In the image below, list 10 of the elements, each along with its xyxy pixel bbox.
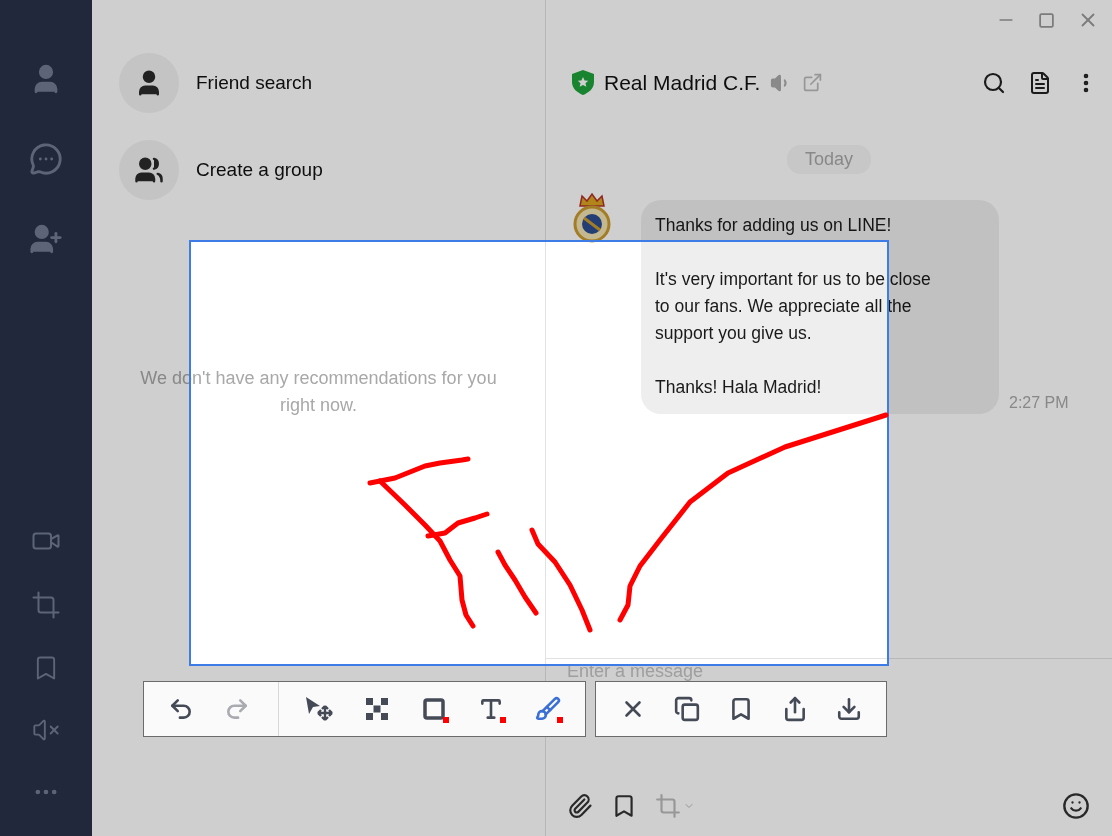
chat-title: Real Madrid C.F.	[604, 70, 761, 95]
message-text: It's very important for us to be close to our fans. We appreciate all the support you give us.	[655, 268, 932, 345]
action-label: Create a group	[196, 159, 323, 181]
message-text: Thanks for adding us on LINE!	[655, 214, 893, 237]
date-separator: Today	[786, 145, 871, 174]
friend-search-item[interactable]: Friend search	[119, 53, 545, 113]
message-text: Thanks! Hala Madrid!	[655, 376, 823, 399]
action-label: Friend search	[196, 72, 313, 94]
create-group-item[interactable]: Create a group	[119, 140, 545, 200]
message-time: 2:27 PM	[1009, 394, 1069, 412]
